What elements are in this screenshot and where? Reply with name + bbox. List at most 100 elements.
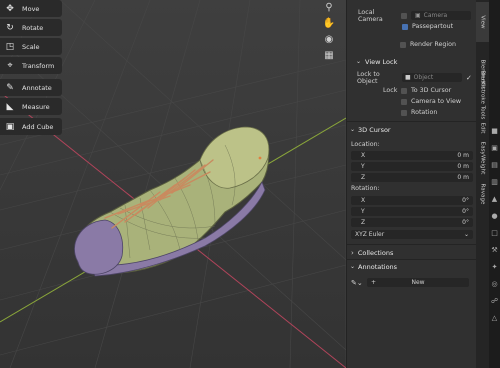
divider — [347, 121, 477, 122]
cursor-location-label-row: Location: — [347, 139, 477, 150]
cursor-location-x-field[interactable]: X 0 m — [351, 151, 473, 160]
camera-field[interactable]: ▣ Camera — [411, 11, 471, 20]
3d-viewport[interactable]: ✥ Move ↻ Rotate ◳ Scale ⌖ Transform ✎ Annotate ◣ Me… — [0, 0, 346, 368]
tool-move[interactable]: ✥ Move — [0, 0, 62, 17]
cursor-rotation-x-field[interactable]: X 0° — [351, 196, 473, 205]
zoom-icon[interactable]: ⚲ — [321, 0, 337, 15]
lock-to-object-row: Lock to Object ■ Object ✓ — [347, 71, 477, 85]
tool-label: Rotate — [22, 23, 44, 32]
grid-ortho-icon[interactable]: ▦ — [321, 48, 337, 63]
eyedropper-icon[interactable]: ✓ — [466, 74, 472, 82]
collections-header[interactable]: › Collections — [347, 247, 477, 258]
object-placeholder: Object — [413, 74, 434, 81]
cursor-rotation-z-field[interactable]: Z 0° — [351, 218, 473, 227]
tool-icon[interactable]: ■ — [489, 122, 500, 139]
scale-icon: ◳ — [5, 41, 15, 52]
object-icon[interactable]: □ — [489, 224, 500, 241]
cursor-location-x-row: X 0 m — [347, 150, 477, 161]
axis-label: X — [361, 197, 366, 204]
rotation-mode-value: XYZ Euler — [355, 231, 385, 238]
cursor-location-label: Location: — [351, 141, 380, 148]
tool-annotate[interactable]: ✎ Annotate — [0, 79, 62, 96]
axis-label: X — [361, 152, 366, 159]
divider — [347, 244, 477, 245]
cursor-rotation-label-row: Rotation: — [347, 183, 477, 194]
tool-label: Annotate — [22, 83, 52, 92]
transform-icon: ⌖ — [7, 60, 13, 71]
to-3d-cursor-checkbox[interactable] — [401, 87, 407, 94]
view-lock-header[interactable]: ⌄ View Lock — [347, 56, 477, 67]
camera-to-view-label: Camera to View — [411, 98, 461, 105]
tab-ravage[interactable]: Ravage — [476, 180, 489, 208]
passepartout-row[interactable]: Passepartout — [347, 21, 477, 32]
chevron-down-icon: ⌄ — [463, 231, 469, 238]
cursor-rotation-x-row: X 0° — [347, 195, 477, 206]
cursor-location-z-field[interactable]: Z 0 m — [351, 173, 473, 182]
annotations-header[interactable]: ⌄ Annotations — [347, 261, 477, 272]
annotations-new-button[interactable]: + New — [367, 278, 469, 287]
object-icon: ■ — [405, 74, 411, 81]
chevron-right-icon: › — [351, 248, 354, 257]
rotation-mode-dropdown[interactable]: XYZ Euler ⌄ — [351, 230, 473, 239]
axis-label: Y — [361, 208, 365, 215]
shoe-model[interactable] — [0, 0, 346, 368]
cursor-location-y-field[interactable]: Y 0 m — [351, 162, 473, 171]
render-region-row[interactable]: Render Region — [347, 39, 477, 50]
properties-editor-strip: ■ ▣ ▤ ▥ ▲ ● □ ⚒ ✦ ◎ ☍ △ — [489, 0, 500, 368]
render-region-checkbox[interactable] — [400, 41, 406, 48]
hand-pan-icon[interactable]: ✋ — [321, 16, 337, 31]
tool-label: Transform — [22, 61, 55, 70]
camera-to-view-checkbox[interactable] — [401, 98, 407, 105]
passepartout-checkbox[interactable] — [402, 23, 408, 30]
axis-value: 0 m — [457, 174, 469, 181]
sidebar-panel: Local Camera ▣ Camera Passepartout Rende… — [346, 0, 477, 368]
view-layer-icon[interactable]: ▥ — [489, 173, 500, 190]
chevron-down-icon: ⌄ — [350, 263, 356, 270]
annotations-new-label: New — [411, 279, 425, 286]
modifier-icon[interactable]: ⚒ — [489, 241, 500, 258]
scene-icon[interactable]: ▲ — [489, 190, 500, 207]
sidebar-tabs: View BlenderKit Brushstroke Tools Edit E… — [476, 0, 489, 368]
lock-to-3d-cursor-row[interactable]: Lock To 3D Cursor — [347, 85, 477, 96]
tool-measure[interactable]: ◣ Measure — [0, 98, 62, 115]
axis-label: Y — [361, 163, 365, 170]
constraints-icon[interactable]: ☍ — [489, 292, 500, 309]
rotation-mode-row: XYZ Euler ⌄ — [347, 229, 477, 240]
lock-rotation-label: Rotation — [411, 109, 438, 116]
output-icon[interactable]: ▤ — [489, 156, 500, 173]
cursor-rotation-label: Rotation: — [351, 185, 380, 192]
tool-scale[interactable]: ◳ Scale — [0, 38, 62, 55]
tab-edit[interactable]: Edit — [476, 120, 489, 136]
collections-title: Collections — [357, 248, 394, 257]
tool-add-cube[interactable]: ▣ Add Cube — [0, 118, 62, 135]
navigation-gizmos: ⚲ ✋ ◉ ▦ — [321, 0, 337, 64]
lock-rotation-row[interactable]: Rotation — [347, 107, 477, 118]
camera-view-icon[interactable]: ◉ — [321, 32, 337, 47]
particles-icon[interactable]: ✦ — [489, 258, 500, 275]
axis-value: 0° — [462, 219, 469, 226]
world-icon[interactable]: ● — [489, 207, 500, 224]
render-icon[interactable]: ▣ — [489, 139, 500, 156]
tab-view[interactable]: View — [476, 2, 489, 42]
object-field[interactable]: ■ Object — [402, 73, 462, 82]
data-icon[interactable]: △ — [489, 309, 500, 326]
annotate-icon: ✎ — [6, 82, 14, 93]
render-region-label: Render Region — [410, 41, 456, 48]
local-camera-row: Local Camera ▣ Camera — [347, 9, 477, 23]
cursor-location-y-row: Y 0 m — [347, 161, 477, 172]
camera-to-view-row[interactable]: Camera to View — [347, 96, 477, 107]
physics-icon[interactable]: ◎ — [489, 275, 500, 292]
cursor-rotation-y-field[interactable]: Y 0° — [351, 207, 473, 216]
annotations-new-row: ✎⌄ + New — [347, 277, 477, 288]
plus-icon: + — [371, 279, 377, 286]
tool-transform[interactable]: ⌖ Transform — [0, 57, 62, 74]
3d-cursor-header[interactable]: ⌄ 3D Cursor — [347, 124, 477, 135]
annotate-pen-icon[interactable]: ✎⌄ — [351, 279, 367, 287]
tool-rotate[interactable]: ↻ Rotate — [0, 19, 62, 36]
lock-rotation-checkbox[interactable] — [401, 109, 407, 116]
tab-easyweight[interactable]: EasyWeight — [476, 140, 489, 176]
chevron-down-icon: ⌄ — [356, 58, 362, 65]
view-lock-title: View Lock — [365, 57, 398, 66]
local-camera-checkbox[interactable] — [401, 12, 407, 19]
to-3d-cursor-label: To 3D Cursor — [411, 87, 452, 94]
